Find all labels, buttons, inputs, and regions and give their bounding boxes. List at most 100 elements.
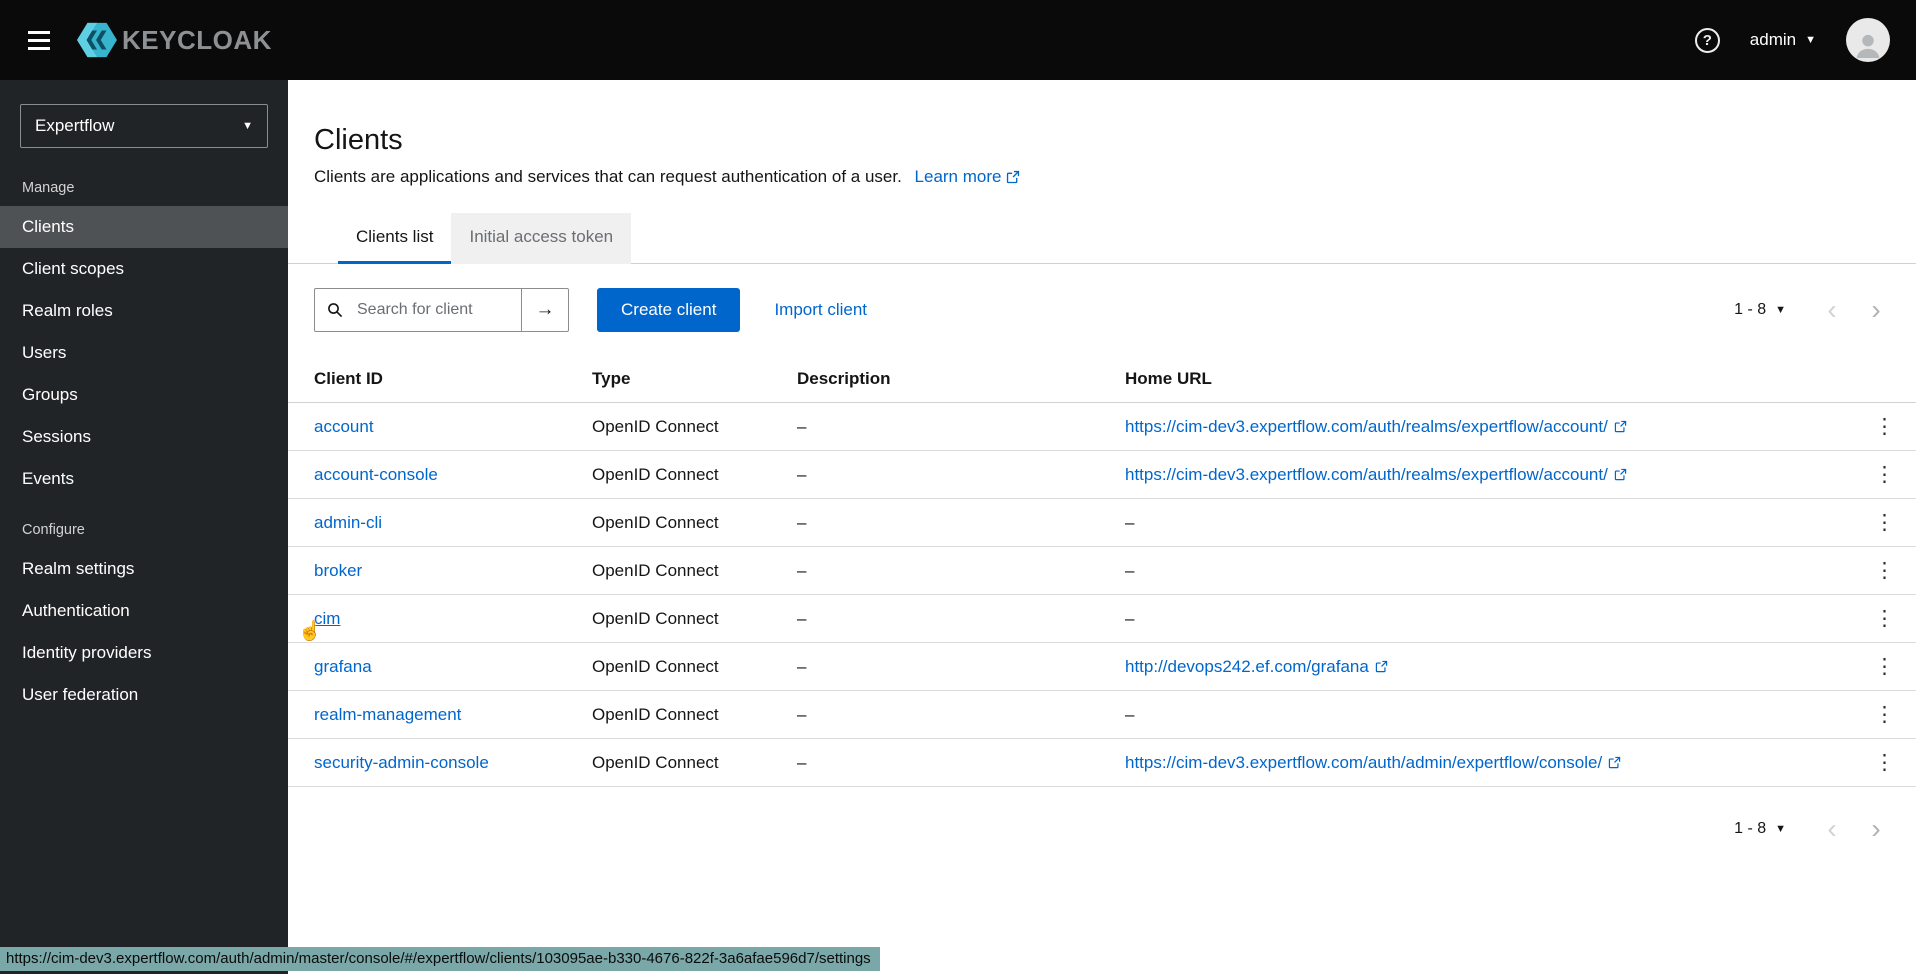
- client-description: –: [781, 595, 1109, 643]
- sidebar-item-identity-providers[interactable]: Identity providers: [0, 632, 288, 674]
- external-link-icon: [1614, 468, 1627, 481]
- client-type: OpenID Connect: [576, 547, 781, 595]
- chevron-down-icon: ▼: [1775, 304, 1786, 316]
- client-description: –: [781, 499, 1109, 547]
- kebab-menu-button[interactable]: ⋮: [1867, 414, 1902, 439]
- client-type: OpenID Connect: [576, 499, 781, 547]
- page-subtitle: Clients are applications and services th…: [314, 167, 1890, 187]
- client-id-link[interactable]: account: [314, 417, 374, 436]
- sidebar-item-realm-settings[interactable]: Realm settings: [0, 548, 288, 590]
- client-id-link[interactable]: admin-cli: [314, 513, 382, 532]
- sidebar-item-realm-roles[interactable]: Realm roles: [0, 290, 288, 332]
- pagination-bottom: 1 - 8 ▼ ‹ ›: [288, 787, 1916, 871]
- column-header-client-id: Client ID: [288, 356, 576, 403]
- kebab-menu-button[interactable]: ⋮: [1867, 462, 1902, 487]
- sidebar-item-client-scopes[interactable]: Client scopes: [0, 248, 288, 290]
- hamburger-menu-button[interactable]: [20, 23, 58, 58]
- topbar: KEYCLOAK ? admin ▼: [0, 0, 1916, 80]
- prev-page-button[interactable]: ‹: [1810, 296, 1854, 324]
- client-home-url-link[interactable]: https://cim-dev3.expertflow.com/auth/rea…: [1125, 465, 1627, 485]
- client-description: –: [781, 643, 1109, 691]
- client-home-url: –: [1109, 499, 1851, 547]
- table-row: account OpenID Connect – https://cim-dev…: [288, 403, 1916, 451]
- chevron-down-icon: ▼: [1775, 823, 1786, 835]
- tab-initial-access-token[interactable]: Initial access token: [451, 213, 631, 264]
- sidebar-item-groups[interactable]: Groups: [0, 374, 288, 416]
- realm-name: Expertflow: [35, 116, 114, 136]
- status-url-tooltip: https://cim-dev3.expertflow.com/auth/adm…: [0, 947, 880, 971]
- sidebar-item-users[interactable]: Users: [0, 332, 288, 374]
- sidebar-item-clients[interactable]: Clients: [0, 206, 288, 248]
- nav-group-manage: Manage: [0, 158, 288, 206]
- client-description: –: [781, 547, 1109, 595]
- client-home-url: –: [1109, 595, 1851, 643]
- pagination-top: 1 - 8 ▼ ‹ ›: [1734, 296, 1898, 324]
- realm-selector[interactable]: Expertflow ▼: [20, 104, 268, 148]
- sidebar-item-authentication[interactable]: Authentication: [0, 590, 288, 632]
- tab-clients-list[interactable]: Clients list: [338, 213, 451, 264]
- sidebar: Expertflow ▼ Manage Clients Client scope…: [0, 80, 288, 974]
- import-client-link[interactable]: Import client: [774, 300, 867, 320]
- prev-page-button[interactable]: ‹: [1810, 815, 1854, 843]
- toolbar: → Create client Import client 1 - 8 ▼ ‹ …: [288, 264, 1916, 352]
- tab-bar: Clients list Initial access token: [288, 213, 1916, 264]
- help-icon[interactable]: ?: [1695, 28, 1720, 53]
- client-description: –: [781, 739, 1109, 787]
- client-home-url-link[interactable]: http://devops242.ef.com/grafana: [1125, 657, 1388, 677]
- client-id-link[interactable]: account-console: [314, 465, 438, 484]
- keycloak-logo-icon: [76, 21, 118, 59]
- page-title: Clients: [314, 124, 1890, 157]
- table-row: account-console OpenID Connect – https:/…: [288, 451, 1916, 499]
- table-row: broker OpenID Connect – – ⋮: [288, 547, 1916, 595]
- user-menu[interactable]: admin ▼: [1750, 30, 1816, 50]
- user-icon: [1852, 30, 1884, 62]
- kebab-menu-button[interactable]: ⋮: [1867, 558, 1902, 583]
- kebab-menu-button[interactable]: ⋮: [1867, 750, 1902, 775]
- kebab-menu-button[interactable]: ⋮: [1867, 606, 1902, 631]
- learn-more-link[interactable]: Learn more: [915, 167, 1021, 187]
- table-row: cim ☝ OpenID Connect – – ⋮: [288, 595, 1916, 643]
- sidebar-item-events[interactable]: Events: [0, 458, 288, 500]
- client-home-url-link[interactable]: https://cim-dev3.expertflow.com/auth/rea…: [1125, 417, 1627, 437]
- search-submit-button[interactable]: →: [521, 288, 569, 332]
- chevron-down-icon: ▼: [242, 120, 253, 132]
- table-row: admin-cli OpenID Connect – – ⋮: [288, 499, 1916, 547]
- username-label: admin: [1750, 30, 1796, 50]
- create-client-button[interactable]: Create client: [597, 288, 740, 332]
- client-id-link[interactable]: security-admin-console: [314, 753, 489, 772]
- client-description: –: [781, 691, 1109, 739]
- client-type: OpenID Connect: [576, 691, 781, 739]
- sidebar-item-sessions[interactable]: Sessions: [0, 416, 288, 458]
- client-type: OpenID Connect: [576, 451, 781, 499]
- client-type: OpenID Connect: [576, 595, 781, 643]
- column-header-home-url: Home URL: [1109, 356, 1851, 403]
- pagination-dropdown[interactable]: 1 - 8 ▼: [1734, 301, 1786, 319]
- client-id-link[interactable]: broker: [314, 561, 362, 580]
- client-home-url-link[interactable]: https://cim-dev3.expertflow.com/auth/adm…: [1125, 753, 1621, 773]
- external-link-icon: [1614, 420, 1627, 433]
- chevron-down-icon: ▼: [1805, 34, 1816, 46]
- keycloak-logo[interactable]: KEYCLOAK: [76, 21, 272, 59]
- kebab-menu-button[interactable]: ⋮: [1867, 654, 1902, 679]
- client-id-link[interactable]: grafana: [314, 657, 372, 676]
- table-row: grafana OpenID Connect – http://devops24…: [288, 643, 1916, 691]
- search-input[interactable]: [314, 288, 521, 332]
- kebab-menu-button[interactable]: ⋮: [1867, 510, 1902, 535]
- client-description: –: [781, 403, 1109, 451]
- next-page-button[interactable]: ›: [1854, 296, 1898, 324]
- mouse-cursor-icon: ☝: [298, 619, 322, 643]
- client-home-url: –: [1109, 547, 1851, 595]
- client-description: –: [781, 451, 1109, 499]
- client-home-url: –: [1109, 691, 1851, 739]
- external-link-icon: [1375, 660, 1388, 673]
- client-id-link[interactable]: realm-management: [314, 705, 461, 724]
- table-row: security-admin-console OpenID Connect – …: [288, 739, 1916, 787]
- table-header-row: Client ID Type Description Home URL: [288, 356, 1916, 403]
- client-type: OpenID Connect: [576, 403, 781, 451]
- pagination-dropdown[interactable]: 1 - 8 ▼: [1734, 820, 1786, 838]
- client-type: OpenID Connect: [576, 739, 781, 787]
- sidebar-item-user-federation[interactable]: User federation: [0, 674, 288, 716]
- avatar[interactable]: [1846, 18, 1890, 62]
- next-page-button[interactable]: ›: [1854, 815, 1898, 843]
- kebab-menu-button[interactable]: ⋮: [1867, 702, 1902, 727]
